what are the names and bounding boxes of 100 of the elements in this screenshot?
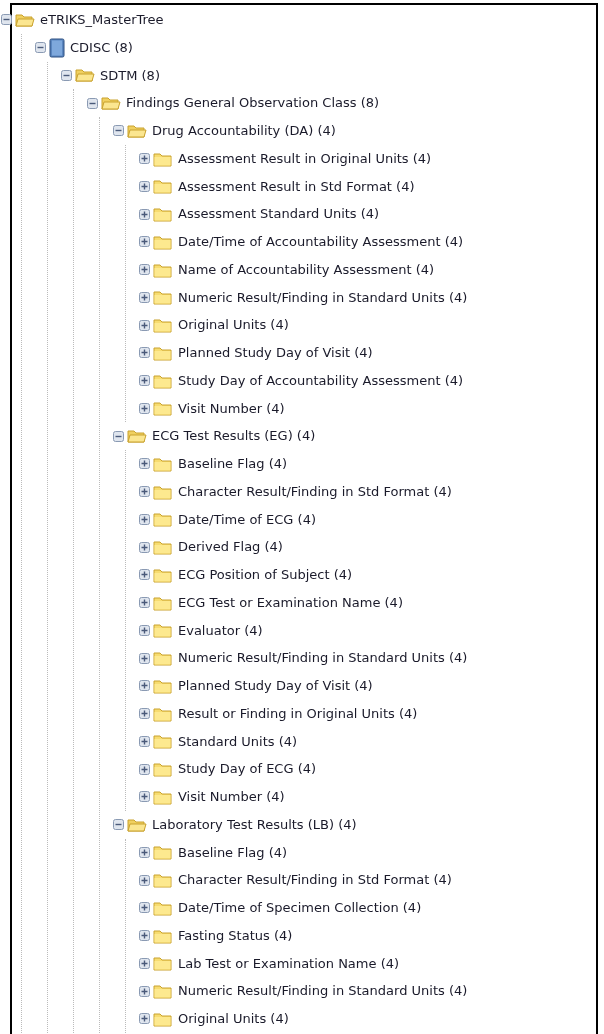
- expand-icon[interactable]: [139, 319, 150, 331]
- tree-node-label[interactable]: Visit Number (4): [178, 398, 285, 419]
- tree-node-label[interactable]: Numeric Result/Finding in Standard Units (4): [178, 981, 468, 1001]
- folder-icon: [153, 927, 173, 944]
- tree-node-label[interactable]: Lab Test or Examination Name (4): [178, 953, 400, 974]
- folder-icon: [153, 705, 173, 722]
- expand-icon[interactable]: [139, 874, 150, 886]
- tree-node-label[interactable]: Study Day of ECG (4): [178, 759, 317, 779]
- tree-node-label[interactable]: Fasting Status (4): [178, 925, 293, 946]
- folder-icon: [153, 622, 173, 639]
- expand-icon[interactable]: [139, 985, 150, 997]
- tree-node-label[interactable]: Numeric Result/Finding in Standard Units (4): [178, 648, 468, 668]
- tree-node-label[interactable]: ECG Position of Subject (4): [178, 565, 353, 585]
- expand-icon[interactable]: [139, 375, 150, 387]
- expand-icon[interactable]: [139, 458, 150, 470]
- folder-icon: [153, 899, 173, 916]
- folder-icon: [153, 539, 173, 556]
- tree-node-label[interactable]: Original Units (4): [178, 1009, 289, 1029]
- expand-icon[interactable]: [139, 291, 150, 303]
- expand-icon[interactable]: [139, 208, 150, 220]
- folder-icon: [153, 400, 173, 417]
- folder-icon: [153, 566, 173, 583]
- folder-icon: [153, 788, 173, 805]
- folder-icon: [153, 372, 173, 389]
- tree-node-label[interactable]: Character Result/Finding in Std Format (4): [178, 870, 452, 890]
- tree-node-label[interactable]: Laboratory Test Results (LB) (4): [152, 814, 357, 835]
- expand-icon[interactable]: [139, 902, 150, 914]
- collapse-icon[interactable]: [1, 14, 12, 26]
- open-folder-icon: [127, 816, 147, 833]
- folder-icon: [153, 483, 173, 500]
- tree-node-label[interactable]: eTRIKS_MasterTree: [40, 10, 164, 30]
- expand-icon[interactable]: [139, 513, 150, 525]
- tree-node-label[interactable]: Assessment Result in Original Units (4): [178, 148, 432, 169]
- folder-icon: [153, 677, 173, 694]
- tree-node-label[interactable]: Baseline Flag (4): [178, 842, 288, 863]
- expand-icon[interactable]: [139, 680, 150, 692]
- open-folder-icon: [75, 67, 95, 84]
- expand-icon[interactable]: [139, 846, 150, 858]
- tree-node-label[interactable]: Date/Time of ECG (4): [178, 509, 316, 530]
- tree-node-label[interactable]: Study Day of Accountability Assessment (4): [178, 370, 464, 391]
- folder-icon: [153, 289, 173, 306]
- tree-node-label[interactable]: Planned Study Day of Visit (4): [178, 676, 373, 696]
- open-folder-icon: [15, 11, 35, 28]
- folder-icon: [153, 1010, 173, 1027]
- collapse-icon[interactable]: [87, 97, 98, 109]
- tree-node-label[interactable]: Date/Time of Accountability Assessment (4): [178, 232, 464, 252]
- collapse-icon[interactable]: [113, 430, 124, 442]
- folder-icon: [153, 844, 173, 861]
- tree-node-label[interactable]: Drug Accountability (DA) (4): [152, 121, 336, 141]
- folder-icon: [153, 206, 173, 223]
- tree-node-label[interactable]: Derived Flag (4): [178, 537, 283, 557]
- folder-icon: [153, 233, 173, 250]
- tree-node-label[interactable]: Character Result/Finding in Std Format (4): [178, 481, 452, 502]
- expand-icon[interactable]: [139, 180, 150, 192]
- expand-icon[interactable]: [139, 735, 150, 747]
- tree-node-label[interactable]: Result or Finding in Original Units (4): [178, 703, 418, 724]
- tree-node-label[interactable]: Name of Accountability Assessment (4): [178, 259, 435, 280]
- collapse-icon[interactable]: [113, 125, 124, 137]
- tree-node-label[interactable]: Original Units (4): [178, 315, 289, 335]
- collapse-icon[interactable]: [113, 819, 124, 831]
- tree-node-label[interactable]: Assessment Result in Std Format (4): [178, 176, 415, 197]
- expand-icon[interactable]: [139, 486, 150, 498]
- tree-node-label[interactable]: Planned Study Day of Visit (4): [178, 343, 373, 363]
- expand-icon[interactable]: [139, 236, 150, 248]
- folder-icon: [153, 150, 173, 167]
- tree-node-label[interactable]: Date/Time of Specimen Collection (4): [178, 898, 422, 918]
- expand-icon[interactable]: [139, 402, 150, 414]
- folder-icon: [153, 733, 173, 750]
- tree-node-label[interactable]: Numeric Result/Finding in Standard Units (4): [178, 287, 468, 308]
- folder-icon: [153, 955, 173, 972]
- expand-icon[interactable]: [139, 153, 150, 165]
- expand-icon[interactable]: [139, 569, 150, 581]
- expand-icon[interactable]: [139, 597, 150, 609]
- collapse-icon[interactable]: [61, 69, 72, 81]
- collapse-icon[interactable]: [35, 42, 46, 54]
- tree-node-label[interactable]: SDTM (8): [100, 65, 160, 86]
- tree-node-label[interactable]: ECG Test or Examination Name (4): [178, 592, 403, 613]
- tree-node-label[interactable]: CDISC (8): [70, 37, 133, 58]
- tree-node-label[interactable]: Standard Units (4): [178, 731, 298, 752]
- folder-icon: [153, 178, 173, 195]
- expand-icon[interactable]: [139, 791, 150, 803]
- tree-node-label[interactable]: Baseline Flag (4): [178, 454, 288, 474]
- book-icon: [49, 37, 65, 58]
- expand-icon[interactable]: [139, 541, 150, 553]
- folder-icon: [153, 761, 173, 778]
- expand-icon[interactable]: [139, 652, 150, 664]
- tree-node-label[interactable]: Findings General Observation Class (8): [126, 93, 380, 113]
- expand-icon[interactable]: [139, 1013, 150, 1025]
- expand-icon[interactable]: [139, 930, 150, 942]
- tree-node-label[interactable]: Evaluator (4): [178, 620, 263, 641]
- expand-icon[interactable]: [139, 763, 150, 775]
- expand-icon[interactable]: [139, 708, 150, 720]
- tree-node-label[interactable]: ECG Test Results (EG) (4): [152, 426, 316, 446]
- expand-icon[interactable]: [139, 264, 150, 276]
- expand-icon[interactable]: [139, 624, 150, 636]
- tree-node-label[interactable]: Assessment Standard Units (4): [178, 204, 380, 224]
- expand-icon[interactable]: [139, 347, 150, 359]
- tree-node-label[interactable]: Visit Number (4): [178, 787, 285, 807]
- open-folder-icon: [127, 428, 147, 445]
- expand-icon[interactable]: [139, 957, 150, 969]
